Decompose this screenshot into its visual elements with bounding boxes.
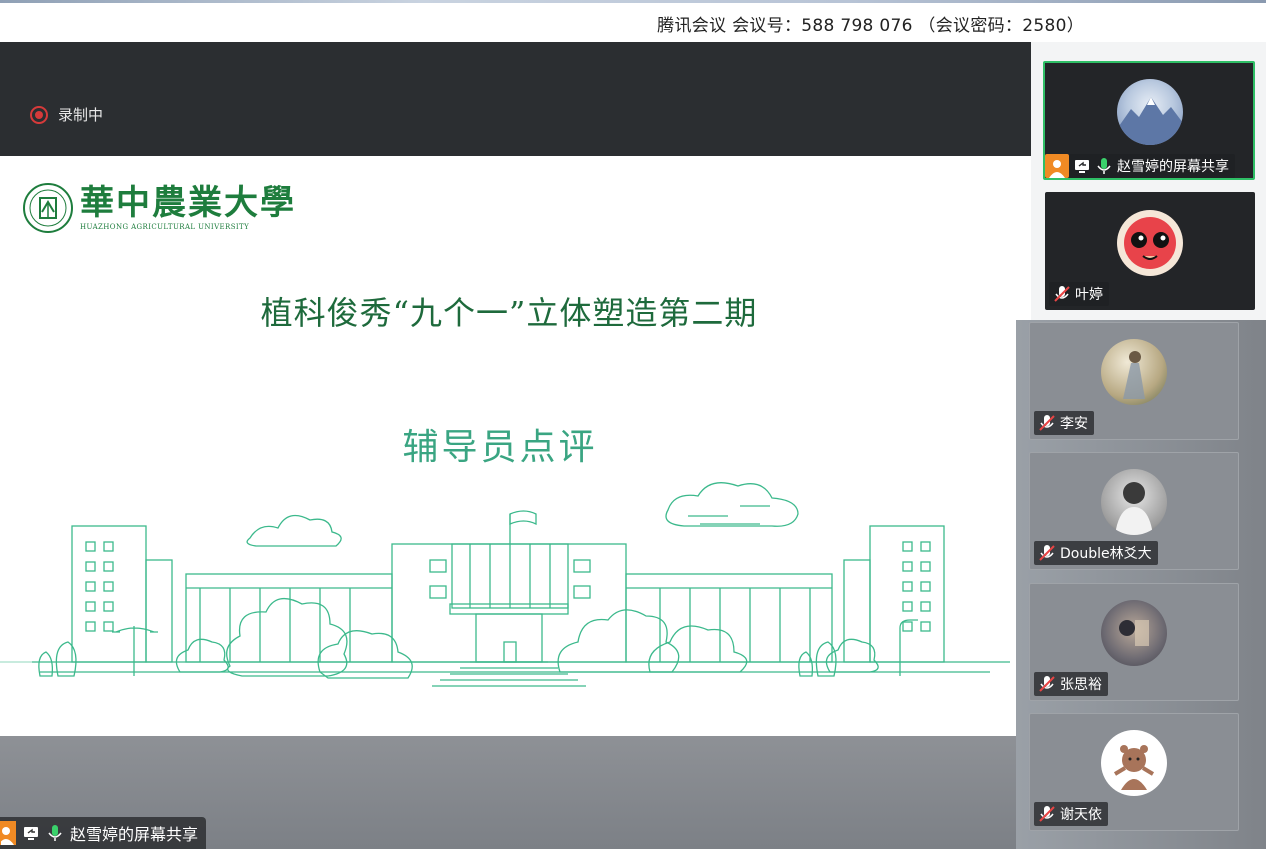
university-logo: 華中農業大學 HUAZHONG AGRICULTURAL UNIVERSITY bbox=[22, 182, 296, 234]
cartoon-avatar-icon bbox=[1124, 217, 1176, 269]
host-person-icon bbox=[0, 821, 16, 845]
participant-tile[interactable]: 谢天依 bbox=[1029, 713, 1239, 831]
participant-tile[interactable]: 张思裕 bbox=[1029, 583, 1239, 701]
mountain-avatar-icon bbox=[1117, 97, 1183, 145]
participant-tile-host[interactable]: 赵雪婷的屏幕共享 bbox=[1043, 61, 1255, 180]
logo-english-name: HUAZHONG AGRICULTURAL UNIVERSITY bbox=[80, 223, 250, 231]
participant-name-chip: 叶婷 bbox=[1049, 282, 1109, 306]
photo-avatar-icon bbox=[1119, 620, 1149, 646]
screen-share-icon bbox=[24, 827, 38, 840]
mic-muted-icon bbox=[1039, 676, 1055, 692]
participant-name-chip: 李安 bbox=[1034, 411, 1094, 435]
meeting-header: 腾讯会议 会议号：588 798 076 （会议密码：2580） bbox=[0, 0, 1266, 42]
host-person-icon bbox=[1045, 154, 1069, 178]
minimized-panel-handle[interactable] bbox=[0, 646, 32, 684]
screen-share-icon bbox=[1075, 160, 1089, 173]
participant-name: 叶婷 bbox=[1075, 287, 1103, 303]
mic-muted-icon bbox=[1039, 415, 1055, 431]
meeting-info: 腾讯会议 会议号：588 798 076 （会议密码：2580） bbox=[657, 16, 1084, 36]
avatar bbox=[1101, 730, 1167, 796]
mic-on-icon bbox=[1097, 158, 1111, 174]
logo-chinese-name: 華中農業大學 bbox=[80, 183, 296, 223]
photo-avatar-icon bbox=[1123, 351, 1145, 399]
campus-building-illustration bbox=[0, 482, 1010, 687]
avatar bbox=[1101, 469, 1167, 535]
participant-name-chip: 张思裕 bbox=[1034, 672, 1108, 696]
slide-title: 植科俊秀“九个一”立体塑造第二期 bbox=[260, 294, 758, 332]
mic-muted-icon bbox=[1054, 286, 1070, 302]
avatar bbox=[1117, 79, 1183, 145]
recording-bar bbox=[0, 42, 1031, 156]
participant-name: 谢天依 bbox=[1060, 807, 1102, 823]
mic-on-icon bbox=[48, 825, 62, 841]
participant-name: 张思裕 bbox=[1060, 677, 1102, 693]
participant-name-chip: 赵雪婷的屏幕共享 bbox=[1045, 154, 1235, 178]
participant-tile[interactable]: Double林爻大 bbox=[1029, 452, 1239, 570]
participant-name-chip: Double林爻大 bbox=[1034, 541, 1158, 565]
participant-name: Double林爻大 bbox=[1060, 546, 1152, 562]
screen-share-status[interactable]: 赵雪婷的屏幕共享 bbox=[0, 817, 207, 849]
participant-name: 李安 bbox=[1060, 416, 1088, 432]
top-strip bbox=[0, 0, 1266, 3]
participant-name: 赵雪婷的屏幕共享 bbox=[1117, 159, 1229, 175]
participant-name-chip: 谢天依 bbox=[1034, 802, 1108, 826]
mic-muted-icon bbox=[1039, 545, 1055, 561]
avatar bbox=[1117, 210, 1183, 276]
record-icon bbox=[30, 105, 48, 124]
university-seal-icon bbox=[23, 183, 73, 233]
share-label: 赵雪婷的屏幕共享 bbox=[70, 825, 199, 844]
mic-muted-icon bbox=[1039, 806, 1055, 822]
slide-subtitle: 辅导员点评 bbox=[402, 427, 598, 468]
recording-label: 录制中 bbox=[58, 106, 104, 124]
shared-slide: 華中農業大學 HUAZHONG AGRICULTURAL UNIVERSITY … bbox=[0, 156, 1018, 736]
participant-tile[interactable]: 叶婷 bbox=[1045, 192, 1255, 310]
avatar bbox=[1101, 600, 1167, 666]
participant-tile[interactable]: 李安 bbox=[1029, 322, 1239, 440]
bear-avatar-icon bbox=[1113, 745, 1155, 790]
photo-avatar-icon bbox=[1115, 482, 1153, 535]
avatar bbox=[1101, 339, 1167, 405]
recording-indicator[interactable]: 录制中 bbox=[30, 104, 103, 125]
